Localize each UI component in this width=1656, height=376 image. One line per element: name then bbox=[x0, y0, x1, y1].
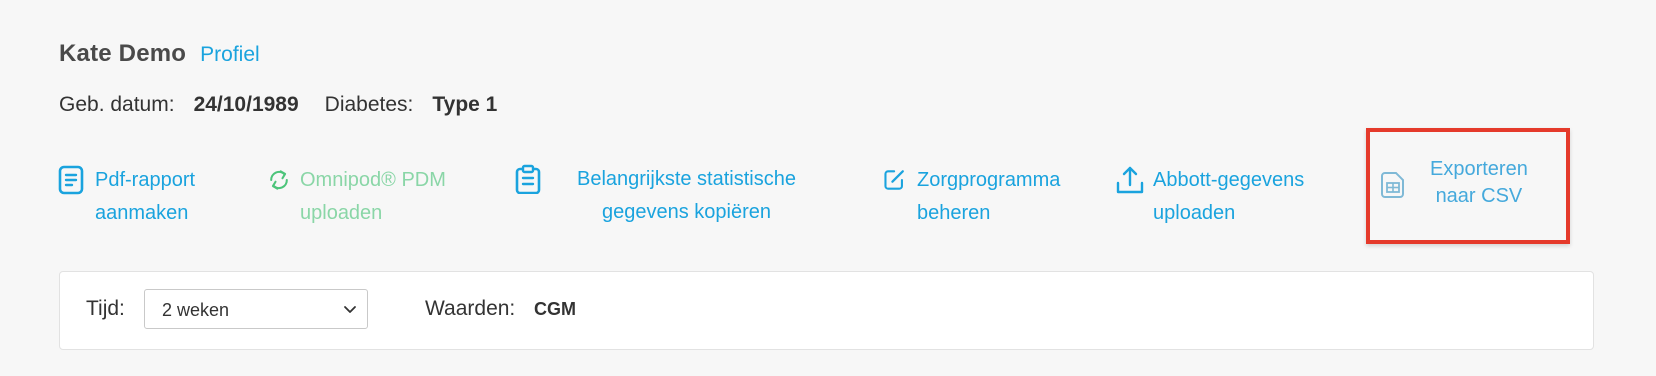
abbott-upload-button[interactable]: Abbott-gegevens uploaden bbox=[1115, 164, 1304, 230]
care-program-button[interactable]: Zorgprogramma beheren bbox=[882, 164, 1060, 230]
omnipod-upload-button[interactable]: Omnipod® PDM uploaden bbox=[266, 164, 446, 230]
time-label: Tijd: bbox=[86, 297, 125, 320]
profile-link[interactable]: Profiel bbox=[200, 43, 260, 67]
dob-label: Geb. datum: bbox=[59, 93, 175, 116]
care-program-label: Zorgprogramma beheren bbox=[917, 169, 1061, 224]
patient-header: Kate Demo Profiel bbox=[59, 40, 260, 68]
chevron-down-icon bbox=[344, 306, 356, 313]
copy-stats-button[interactable]: Belangrijkste statistische gegevens kopi… bbox=[513, 163, 796, 229]
pdf-report-button[interactable]: Pdf-rapport aanmaken bbox=[57, 164, 195, 230]
diabetes-value: Type 1 bbox=[432, 93, 498, 116]
omnipod-upload-label: Omnipod® PDM uploaden bbox=[300, 169, 446, 224]
diabetes-label: Diabetes: bbox=[324, 93, 414, 116]
abbott-upload-label: Abbott-gegevens uploaden bbox=[1153, 169, 1305, 224]
values-value: CGM bbox=[534, 299, 576, 319]
time-select[interactable]: 2 weken bbox=[144, 289, 368, 329]
highlight-box bbox=[1366, 128, 1570, 244]
clipboard-icon bbox=[515, 164, 541, 194]
edit-icon bbox=[884, 170, 904, 190]
sync-icon bbox=[270, 170, 288, 190]
document-icon bbox=[58, 165, 84, 195]
patient-name: Kate Demo bbox=[59, 40, 187, 67]
filter-panel: Tijd: 2 weken Waarden: CGM bbox=[59, 271, 1594, 350]
upload-icon bbox=[1116, 166, 1144, 194]
dob-value: 24/10/1989 bbox=[193, 93, 299, 116]
time-select-value: 2 weken bbox=[162, 300, 230, 320]
patient-info-row: Geb. datum: 24/10/1989 Diabetes: Type 1 bbox=[59, 93, 497, 117]
copy-stats-label: Belangrijkste statistische gegevens kopi… bbox=[577, 168, 796, 223]
pdf-report-label: Pdf-rapport aanmaken bbox=[95, 169, 196, 224]
values-label: Waarden: bbox=[425, 297, 516, 320]
